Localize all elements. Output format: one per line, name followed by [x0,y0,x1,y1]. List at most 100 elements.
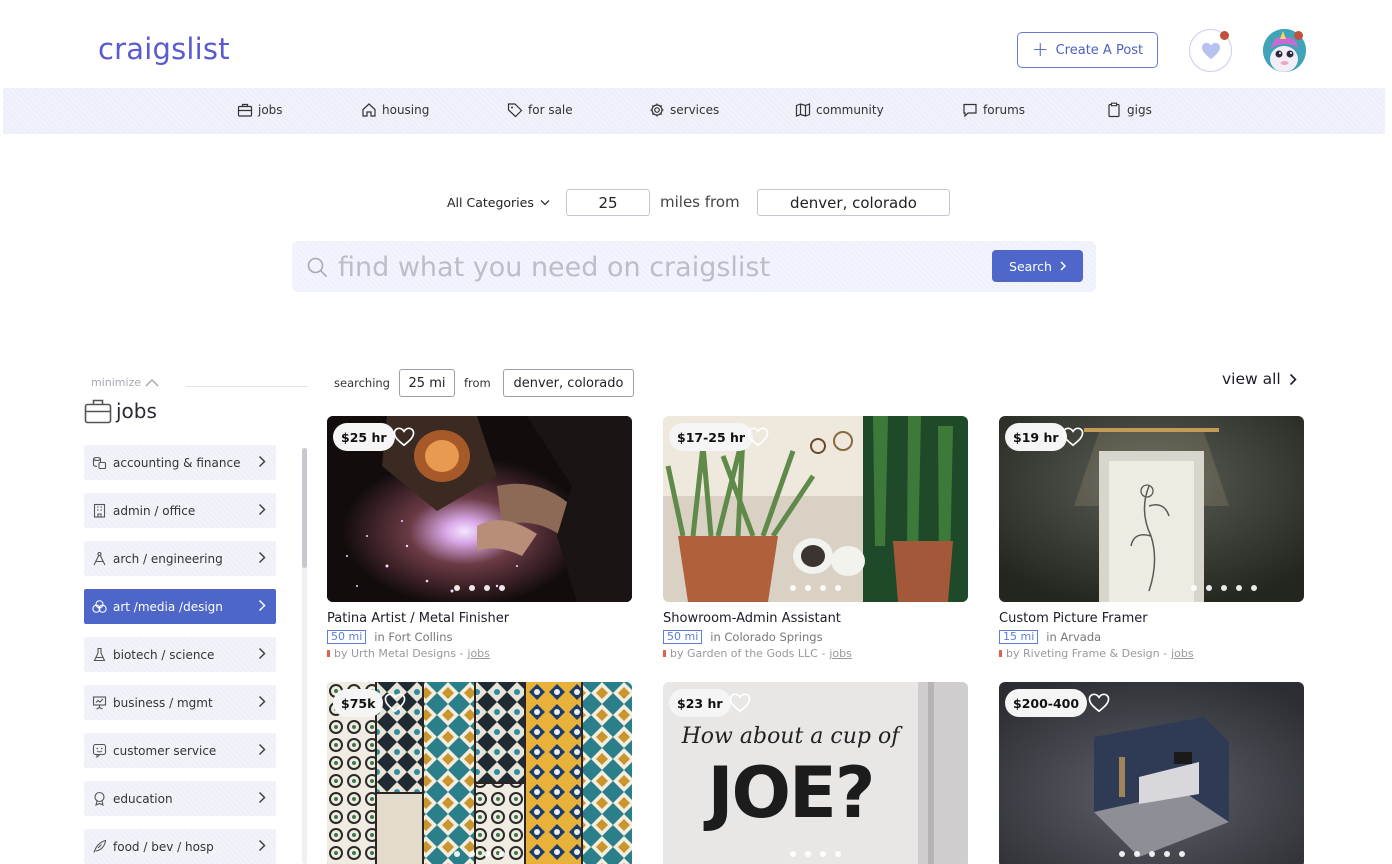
nav-for-sale[interactable]: for sale [507,102,573,118]
price-badge: $75k [333,689,384,717]
sidebar-item-label: art /media /design [113,599,223,614]
support-icon [92,743,107,758]
view-all-link[interactable]: view all [1222,370,1297,388]
create-post-button[interactable]: + Create A Post [1017,32,1158,68]
listing-image[interactable]: How about a cup of JOE? $23 hr [663,682,968,864]
distance-badge: 50 mi [327,630,367,644]
nav-label: gigs [1127,103,1152,117]
chevron-right-icon [258,839,266,852]
header: craigslist + Create A Post [0,0,1392,88]
listing-image[interactable]: $75k [327,682,632,864]
sidebar-item-label: biotech / science [113,647,215,662]
listing-image[interactable]: $25 hr [327,416,632,602]
category-select[interactable]: All Categories [447,195,550,210]
listing-card: $19 hr Custom Picture Framer 15 mi in Ar… [999,416,1304,660]
listing-title[interactable]: Custom Picture Framer [999,611,1304,626]
sidebar-item-arch[interactable]: arch / engineering [84,541,276,576]
listing-title[interactable]: Patina Artist / Metal Finisher [327,611,632,626]
heart-outline-icon[interactable] [747,427,769,447]
search-bar: Search [292,241,1096,292]
minimize-label: minimize [91,376,142,389]
sidebar-item-food[interactable]: food / bev / hosp [84,829,276,864]
graduation-icon [92,791,107,806]
category-select-value: All Categories [447,195,534,210]
briefcase-icon [237,103,253,117]
heart-outline-icon[interactable] [1062,427,1084,447]
listing-category-link[interactable]: jobs [1171,647,1194,660]
heart-outline-icon[interactable] [393,427,415,447]
from-label: from [464,376,491,390]
search-filters: All Categories miles from [0,189,1392,216]
listing-category-link[interactable]: jobs [467,647,490,660]
nav-community[interactable]: community [795,102,884,118]
sidebar-item-label: admin / office [113,503,196,518]
heart-outline-icon[interactable] [729,693,751,713]
sidebar-item-label: accounting & finance [113,455,241,470]
notification-dot [1220,31,1229,40]
price-badge: $25 hr [333,423,395,451]
wall-lettering-line2: JOE? [707,752,876,834]
listing-category-link[interactable]: jobs [829,647,852,660]
minimize-toggle[interactable]: minimize [91,376,159,389]
nav-services[interactable]: services [649,102,719,118]
listing-poster: by Garden of the Gods LLC - [670,647,826,660]
distance-badge: 15 mi [999,630,1039,644]
create-post-label: Create A Post [1055,42,1144,58]
listing-poster: by Urth Metal Designs - [334,647,464,660]
marker-icon [663,650,666,657]
price-badge: $23 hr [669,689,731,717]
listing-image[interactable]: $200-400 [999,682,1304,864]
price-badge: $17-25 hr [669,423,754,451]
radius-chip[interactable]: 25 mi [399,369,455,397]
sidebar-item-accounting[interactable]: accounting & finance [84,445,276,480]
nav-label: jobs [258,103,283,117]
nav-housing[interactable]: housing [361,102,429,118]
sidebar-item-customer-service[interactable]: customer service [84,733,276,768]
search-input[interactable] [338,249,978,285]
avatar-notification-dot [1294,31,1303,40]
search-button[interactable]: Search [992,250,1083,282]
sidebar-item-education[interactable]: education [84,781,276,816]
miles-from-label: miles from [660,193,740,211]
logo[interactable]: craigslist [98,32,230,66]
chevron-right-icon [258,455,266,468]
scrollbar-thumb[interactable] [302,448,307,568]
nav-label: community [816,103,884,117]
heart-icon [1201,42,1220,59]
nav-label: services [670,103,720,117]
listing-image[interactable]: $19 hr [999,416,1304,602]
heart-outline-icon[interactable] [384,693,406,713]
chevron-right-icon [258,599,266,612]
chevron-right-icon [1289,373,1297,385]
carousel-dots [1079,585,1304,591]
gear-icon [650,103,664,117]
carousel-dots [327,851,632,857]
listing-meta: 50 mi in Colorado Springs [663,630,968,644]
carousel-dots [663,585,968,591]
listing-card: $17-25 hr Showroom-Admin Assistant 50 mi… [663,416,968,660]
map-icon [795,103,811,117]
listing-card: $75k [327,682,632,864]
location-input[interactable] [757,189,950,216]
sidebar-item-admin[interactable]: admin / office [84,493,276,528]
sidebar-item-business[interactable]: business / mgmt [84,685,276,720]
building-icon [92,503,107,518]
sidebar-scrollbar[interactable] [302,448,307,864]
miles-input[interactable] [566,189,650,216]
chevron-right-icon [258,791,266,804]
search-button-label: Search [1009,258,1052,274]
nav-jobs[interactable]: jobs [237,102,283,118]
search-icon [307,257,327,277]
listing-image[interactable]: $17-25 hr [663,416,968,602]
sidebar-item-art-media-design[interactable]: art /media /design [84,589,276,624]
clipboard-icon [1108,102,1120,118]
nav-label: housing [382,103,430,117]
nav-forums[interactable]: forums [962,102,1025,118]
heart-outline-icon[interactable] [1088,693,1110,713]
nav-gigs[interactable]: gigs [1106,102,1152,118]
sidebar-item-biotech[interactable]: biotech / science [84,637,276,672]
sidebar-item-label: customer service [113,743,217,758]
location-chip[interactable]: denver, colorado [503,369,634,397]
nav-label: for sale [528,103,573,117]
listing-title[interactable]: Showroom-Admin Assistant [663,611,968,626]
